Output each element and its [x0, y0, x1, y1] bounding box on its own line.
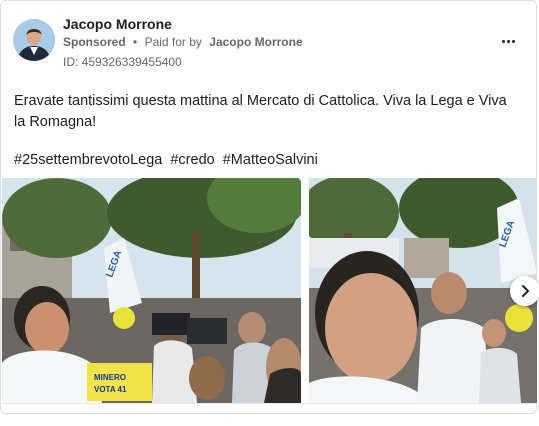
more-options-button[interactable]	[496, 31, 520, 51]
carousel-photo-1[interactable]: LEGA MINERO VOTA 41	[2, 178, 301, 403]
carousel-next-button[interactable]	[510, 276, 539, 306]
avatar-image	[13, 19, 55, 61]
ad-card: Jacopo Morrone Sponsored • Paid for by J…	[0, 0, 539, 414]
page-avatar[interactable]	[13, 19, 55, 61]
image-carousel[interactable]: LEGA MINERO VOTA 41 LEGA	[2, 178, 537, 403]
market-crowd-photo-1: LEGA MINERO VOTA 41	[2, 178, 301, 403]
photo-1-sign-text-1: MINERO	[94, 373, 126, 382]
chevron-right-icon	[522, 285, 529, 297]
page-name[interactable]: Jacopo Morrone	[63, 16, 172, 32]
market-crowd-photo-2: LEGA	[309, 178, 537, 403]
paid-for-prefix: Paid for by	[144, 35, 202, 49]
sponsored-line: Sponsored • Paid for by Jacopo Morrone	[63, 35, 307, 49]
ad-id: ID: 459326339455400	[63, 55, 182, 69]
separator-dot: •	[133, 35, 138, 49]
paid-for-name[interactable]: Jacopo Morrone	[209, 35, 302, 49]
hashtag-credo[interactable]: #credo	[170, 152, 214, 168]
carousel-photo-2[interactable]: LEGA	[309, 178, 537, 403]
sponsored-label: Sponsored	[63, 35, 126, 49]
hashtags: #25settembrevotoLega #credo #MatteoSalvi…	[14, 152, 322, 168]
card-footer-divider	[2, 403, 537, 404]
more-horizontal-icon	[501, 39, 515, 43]
post-text: Eravate tantissimi questa mattina al Mer…	[14, 93, 507, 130]
hashtag-25settembrevotolega[interactable]: #25settembrevotoLega	[14, 152, 162, 168]
hashtag-matteosalvini[interactable]: #MatteoSalvini	[223, 152, 318, 168]
photo-1-sign-text-2: VOTA 41	[94, 385, 127, 394]
